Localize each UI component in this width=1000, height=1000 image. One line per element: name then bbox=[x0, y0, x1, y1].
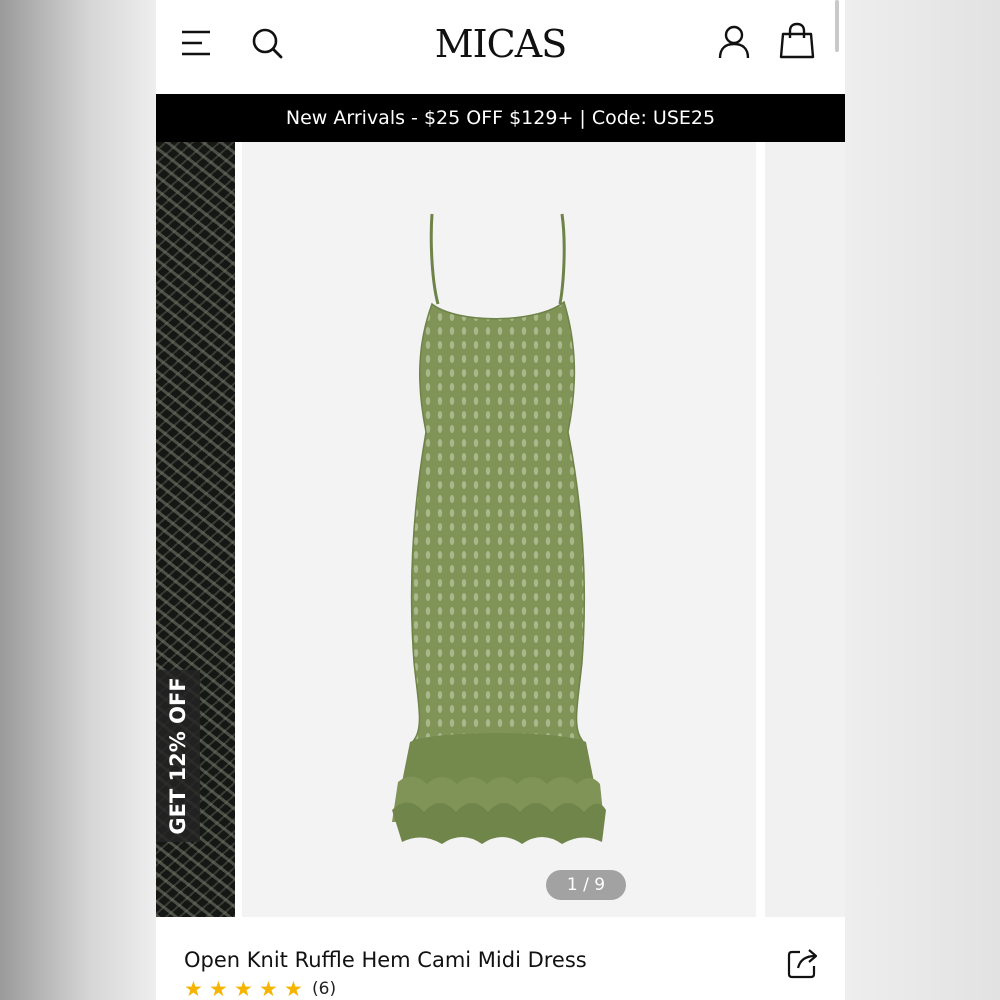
discount-text[interactable]: GET 12% OFF bbox=[166, 677, 190, 834]
discount-side-banner[interactable]: GET 12% OFF bbox=[156, 142, 235, 917]
image-counter: 1 / 9 bbox=[546, 870, 626, 900]
share-icon[interactable] bbox=[786, 946, 820, 980]
site-header: MICAS bbox=[156, 0, 845, 94]
star-icon: ★ bbox=[284, 977, 303, 1000]
product-gallery[interactable]: GET 12% OFF 1 / 9 bbox=[156, 142, 845, 917]
review-count[interactable]: (6) bbox=[312, 979, 336, 999]
star-icon: ★ bbox=[184, 977, 203, 1000]
star-icon: ★ bbox=[234, 977, 253, 1000]
phone-screen: MICAS New Arrivals - $25 OFF $129+ | Cod… bbox=[156, 0, 845, 1000]
next-product-image[interactable] bbox=[765, 142, 845, 917]
dress-image bbox=[392, 213, 606, 844]
promo-bar[interactable]: New Arrivals - $25 OFF $129+ | Code: USE… bbox=[156, 94, 845, 142]
product-image[interactable]: 1 / 9 bbox=[242, 142, 826, 917]
star-icon: ★ bbox=[259, 977, 278, 1000]
product-title: Open Knit Ruffle Hem Cami Midi Dress bbox=[184, 948, 587, 972]
account-icon[interactable] bbox=[716, 24, 752, 60]
bag-icon[interactable] bbox=[778, 22, 816, 60]
star-icon: ★ bbox=[209, 977, 228, 1000]
